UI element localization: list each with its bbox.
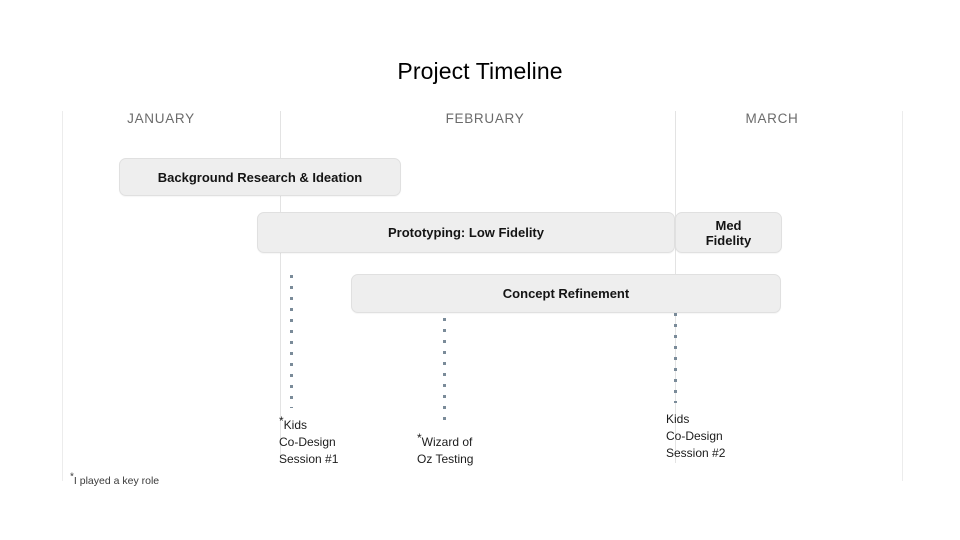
footnote-marker-icon: * — [417, 431, 422, 445]
task-bar-concept-refinement[interactable]: Concept Refinement — [351, 274, 781, 313]
timeline-left-boundary — [62, 111, 63, 481]
month-label-february: FEBRUARY — [445, 111, 525, 126]
month-label-january: JANUARY — [127, 111, 195, 126]
milestone-label-kids-session-1: *Kids Co-Design Session #1 — [279, 414, 339, 468]
timeline-right-boundary — [902, 111, 903, 481]
milestone-connector-kids-session-2 — [674, 313, 677, 403]
milestone-text: Kids Co-Design Session #2 — [666, 412, 726, 460]
milestone-text: Kids Co-Design Session #1 — [279, 418, 339, 466]
slide-canvas: Project Timeline JANUARY FEBRUARY MARCH … — [0, 0, 960, 540]
milestone-connector-kids-session-1 — [290, 275, 293, 408]
milestone-connector-wizard-of-oz — [443, 318, 446, 424]
milestone-label-wizard-of-oz: *Wizard of Oz Testing — [417, 431, 474, 468]
milestone-label-kids-session-2: Kids Co-Design Session #2 — [666, 411, 725, 462]
task-bar-med-fidelity[interactable]: Med Fidelity — [675, 212, 782, 253]
footnote: *I played a key role — [70, 472, 160, 488]
footnote-text: I played a key role — [73, 475, 160, 487]
task-bar-background-research[interactable]: Background Research & Ideation — [119, 158, 401, 196]
task-bar-prototyping-low-fidelity[interactable]: Prototyping: Low Fidelity — [257, 212, 675, 253]
month-label-march: MARCH — [745, 111, 799, 126]
timeline-chart: JANUARY FEBRUARY MARCH Background Resear… — [0, 0, 960, 540]
milestone-text: Wizard of Oz Testing — [417, 435, 474, 466]
footnote-marker-icon: * — [279, 414, 284, 428]
